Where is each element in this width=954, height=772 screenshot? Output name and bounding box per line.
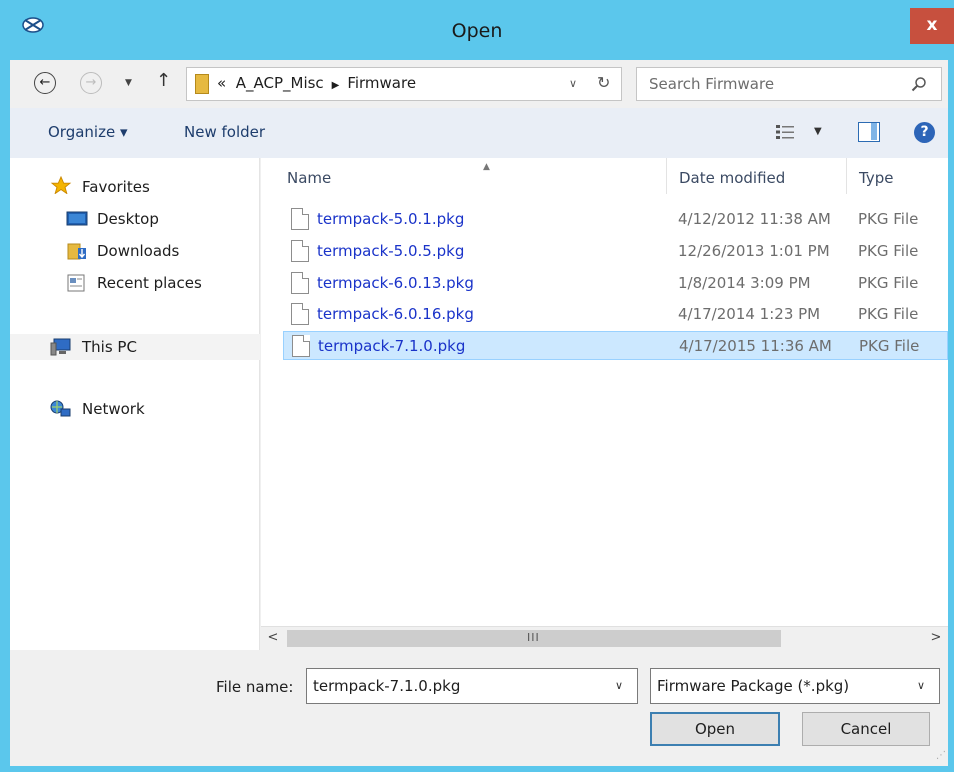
scrollbar-thumb[interactable]: III	[287, 630, 781, 647]
file-icon	[291, 208, 309, 230]
file-date: 4/17/2014 1:23 PM	[678, 305, 821, 323]
file-date: 12/26/2013 1:01 PM	[678, 242, 830, 260]
file-type: PKG File	[858, 242, 919, 260]
breadcrumb-item-firmware[interactable]: Firmware	[347, 74, 416, 92]
sidebar-item-favorites[interactable]: Favorites	[82, 178, 150, 196]
file-type: PKG File	[859, 337, 920, 355]
file-name: termpack-7.1.0.pkg	[318, 337, 466, 355]
desktop-icon	[66, 211, 88, 226]
file-name: termpack-6.0.16.pkg	[317, 305, 474, 323]
title-bar: Open x	[0, 0, 954, 60]
sort-ascending-icon: ▲	[483, 162, 490, 172]
help-icon[interactable]: ?	[914, 122, 935, 143]
command-toolbar: Organize ▾ New folder ▼ ?	[10, 108, 948, 158]
column-header-type-label: Type	[859, 169, 894, 187]
file-icon	[292, 335, 310, 357]
file-type-dropdown-icon[interactable]: ∨	[917, 679, 925, 692]
navigation-bar: ← → ▼ ↑ « A_ACP_Misc ▶ Firmware ∨ ↻ Sear…	[10, 60, 948, 108]
search-input[interactable]: Search Firmware	[649, 75, 774, 93]
sidebar-item-desktop[interactable]: Desktop	[97, 210, 159, 228]
column-header-name-label: Name	[287, 169, 332, 187]
sidebar-item-network[interactable]: Network	[82, 400, 145, 418]
dialog-footer: File name: termpack-7.1.0.pkg ∨ Firmware…	[10, 650, 948, 766]
search-box[interactable]: Search Firmware	[636, 67, 942, 101]
navigation-pane: Favorites Desktop Downloads Recent place…	[10, 158, 260, 650]
file-list: Name ▲ Date modified Type termpack-5.0.1…	[261, 158, 948, 626]
window-frame-bottom	[0, 766, 954, 772]
file-type: PKG File	[858, 210, 919, 228]
file-type: PKG File	[858, 305, 919, 323]
folder-icon	[195, 74, 209, 94]
file-row-termpack-6-0-13[interactable]: termpack-6.0.13.pkg 1/8/2014 3:09 PM PKG…	[283, 269, 948, 298]
resize-grip-icon[interactable]: ⋰	[936, 750, 946, 761]
cancel-button[interactable]: Cancel	[802, 712, 930, 746]
address-dropdown-icon[interactable]: ∨	[569, 77, 577, 90]
window-frame-left	[0, 60, 10, 772]
column-header-type[interactable]: Type	[847, 158, 948, 194]
up-arrow-icon[interactable]: ↑	[156, 70, 171, 91]
scroll-left-icon[interactable]: <	[261, 627, 285, 650]
breadcrumb-overflow[interactable]: «	[217, 74, 226, 92]
this-pc-icon	[50, 338, 71, 356]
file-row-termpack-5-0-1[interactable]: termpack-5.0.1.pkg 4/12/2012 11:38 AM PK…	[283, 205, 948, 234]
file-date: 4/17/2015 11:36 AM	[679, 337, 832, 355]
window-title: Open	[451, 20, 503, 42]
forward-arrow-icon[interactable]: →	[80, 72, 102, 94]
preview-pane-icon[interactable]	[858, 122, 880, 142]
favorites-star-icon	[50, 176, 72, 194]
file-type-value: Firmware Package (*.pkg)	[657, 677, 850, 695]
file-name: termpack-5.0.1.pkg	[317, 210, 465, 228]
sidebar-item-downloads[interactable]: Downloads	[97, 242, 179, 260]
scroll-right-icon[interactable]: >	[924, 627, 948, 650]
file-name-label: File name:	[216, 678, 294, 696]
back-arrow-icon[interactable]: ←	[34, 72, 56, 94]
breadcrumb-separator-icon: ▶	[328, 80, 343, 91]
file-date: 1/8/2014 3:09 PM	[678, 274, 811, 292]
view-details-icon[interactable]	[776, 125, 794, 139]
file-type-select[interactable]: Firmware Package (*.pkg) ∨	[650, 668, 940, 704]
file-icon	[291, 240, 309, 262]
window-frame-right	[948, 60, 954, 772]
horizontal-scrollbar[interactable]: < III >	[261, 626, 948, 650]
file-row-termpack-7-1-0[interactable]: termpack-7.1.0.pkg 4/17/2015 11:36 AM PK…	[283, 331, 948, 360]
recent-places-icon	[67, 274, 85, 292]
file-name-field[interactable]: termpack-7.1.0.pkg ∨	[306, 668, 638, 704]
file-name-input[interactable]: termpack-7.1.0.pkg	[313, 677, 460, 695]
breadcrumb-item-a-acp-misc[interactable]: A_ACP_Misc	[236, 74, 324, 92]
downloads-icon	[67, 243, 86, 260]
view-options-dropdown-icon[interactable]: ▼	[814, 126, 822, 137]
file-name-dropdown-icon[interactable]: ∨	[615, 679, 623, 692]
network-icon	[50, 400, 71, 417]
new-folder-button[interactable]: New folder	[184, 123, 265, 141]
sidebar-item-this-pc[interactable]: This PC	[82, 338, 137, 356]
column-header-date-label: Date modified	[679, 169, 786, 187]
breadcrumb[interactable]: « A_ACP_Misc ▶ Firmware	[217, 74, 416, 92]
close-button[interactable]: x	[910, 8, 954, 44]
scrollbar-grip: III	[527, 631, 540, 644]
organize-button[interactable]: Organize ▾	[48, 123, 128, 141]
search-icon[interactable]	[911, 76, 927, 92]
open-button[interactable]: Open	[650, 712, 780, 746]
column-header-date-modified[interactable]: Date modified	[667, 158, 847, 194]
file-type: PKG File	[858, 274, 919, 292]
file-icon	[291, 272, 309, 294]
address-bar[interactable]: « A_ACP_Misc ▶ Firmware ∨ ↻	[186, 67, 622, 101]
file-row-termpack-6-0-16[interactable]: termpack-6.0.16.pkg 4/17/2014 1:23 PM PK…	[283, 300, 948, 329]
file-date: 4/12/2012 11:38 AM	[678, 210, 831, 228]
sidebar-item-recent-places[interactable]: Recent places	[97, 274, 202, 292]
column-header-name[interactable]: Name ▲	[275, 158, 667, 194]
recent-locations-dropdown-icon[interactable]: ▼	[125, 78, 132, 88]
file-name: termpack-6.0.13.pkg	[317, 274, 474, 292]
file-icon	[291, 303, 309, 325]
file-name: termpack-5.0.5.pkg	[317, 242, 465, 260]
refresh-icon[interactable]: ↻	[597, 73, 610, 92]
file-row-termpack-5-0-5[interactable]: termpack-5.0.5.pkg 12/26/2013 1:01 PM PK…	[283, 237, 948, 266]
